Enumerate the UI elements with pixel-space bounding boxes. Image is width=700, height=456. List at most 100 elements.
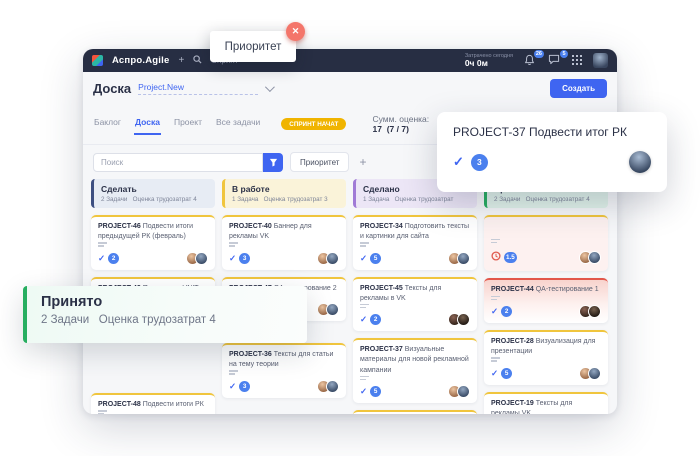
tab-all-tasks[interactable]: Все задачи: [215, 113, 261, 135]
task-card-project-19[interactable]: PROJECT-19 Тексты для рекламы VK✓5: [484, 392, 608, 414]
description-icon: [491, 239, 601, 243]
avatar: [457, 313, 470, 326]
assignee-avatars: [317, 252, 339, 265]
chat-icon: [548, 54, 560, 65]
priority-tooltip-label: Приоритет: [225, 41, 282, 53]
user-avatar[interactable]: [593, 53, 608, 68]
accepted-column-callout: Принято 2 Задачи Оценка трудозатрат 4: [23, 286, 307, 343]
avatar: [588, 251, 601, 264]
avatar: [588, 367, 601, 380]
avatar: [326, 252, 339, 265]
time-tracker-value: 0ч 0м: [465, 59, 513, 68]
task-title: PROJECT-28 Визуализация для презентации: [491, 337, 601, 357]
estimate-badge: 3: [239, 381, 250, 392]
column-title: Сделать: [101, 184, 208, 194]
avatar: [326, 303, 339, 316]
task-card-project-40[interactable]: PROJECT-40 Баннер для рекламы VK✓3: [222, 215, 346, 270]
column-subtitle: 1 Задача Оценка трудозатрат 3: [232, 196, 339, 203]
column-header-todo[interactable]: Сделать2 Задачи Оценка трудозатрат 4: [91, 179, 215, 208]
task-card-project-36[interactable]: PROJECT-36 Тексты для статьи на тему тео…: [222, 343, 346, 398]
task-popup-title: PROJECT-37 Подвести итог РК: [453, 125, 651, 139]
tab-project[interactable]: Проект: [173, 113, 203, 135]
check-icon: ✓: [229, 381, 236, 392]
assignee-avatar: [629, 151, 651, 173]
assignee-avatars: [579, 251, 601, 264]
check-icon: ✓: [360, 253, 367, 264]
avatar: [457, 252, 470, 265]
task-card-project-44[interactable]: PROJECT-44 QA-тестирование 1✓2: [484, 278, 608, 323]
check-icon: ✓: [98, 253, 105, 264]
column-header-in-progress[interactable]: В работе1 Задача Оценка трудозатрат 3: [222, 179, 346, 208]
accepted-callout-subtitle: 2 Задачи Оценка трудозатрат 4: [41, 314, 293, 326]
description-icon: [98, 410, 208, 414]
messages-count: 5: [560, 50, 568, 58]
description-icon: [360, 242, 470, 246]
check-icon: ✓: [491, 368, 498, 379]
assignee-avatars: [186, 252, 208, 265]
assignee-avatars: [317, 303, 339, 316]
check-icon: ✓: [360, 314, 367, 325]
filter-button[interactable]: [263, 153, 283, 172]
messages-button[interactable]: 5: [548, 54, 561, 67]
app-window: Аспро.Agile + Спринт Затрачено сегодня 0…: [83, 49, 617, 414]
score-label: Сумм. оценка:: [373, 114, 430, 124]
estimate-badge: 2: [108, 253, 119, 264]
project-selector[interactable]: Project.New: [138, 82, 258, 95]
funnel-icon: [269, 158, 278, 167]
score-value: 17 (7 / 7): [373, 124, 409, 134]
check-icon: ✓: [229, 253, 236, 264]
check-icon: ✓: [453, 154, 464, 170]
task-card-project-23[interactable]: PROJECT-23 Итоги РК✓5: [353, 410, 477, 414]
task-card-project-46[interactable]: PROJECT-46 Подвести итоги предыдущей РК …: [91, 215, 215, 270]
task-card-project-37[interactable]: PROJECT-37 Визуальные материалы для ново…: [353, 338, 477, 403]
estimate-badge: 3: [471, 154, 488, 171]
board-tabs: Баклог Доска Проект Все задачи: [93, 113, 261, 135]
search-input[interactable]: [93, 153, 263, 172]
task-card-project-34[interactable]: PROJECT-34 Подготовить тексты и картинки…: [353, 215, 477, 270]
notifications-button[interactable]: 26: [524, 54, 537, 67]
tab-backlog[interactable]: Баклог: [93, 113, 122, 135]
task-card-popup[interactable]: PROJECT-37 Подвести итог РК ✓ 3: [437, 112, 667, 192]
deadline-clock-icon: [491, 248, 501, 266]
description-icon: [229, 370, 339, 374]
task-card-project-28[interactable]: PROJECT-28 Визуализация для презентации ✓…: [484, 330, 608, 385]
task-title: PROJECT-34 Подготовить тексты и картинки…: [360, 222, 470, 242]
bell-icon: [524, 54, 535, 66]
description-icon: [98, 242, 208, 246]
assignee-avatars: [448, 385, 470, 398]
description-icon: [360, 376, 470, 380]
add-filter-button[interactable]: +: [356, 155, 369, 169]
task-title: PROJECT-48 Подвести итоги РК: [98, 400, 208, 410]
task-title: PROJECT-44 QA-тестирование 1: [491, 285, 601, 295]
estimate-badge: 1.5: [504, 252, 517, 263]
avatar: [195, 252, 208, 265]
task-card[interactable]: 1.5: [484, 215, 608, 271]
description-icon: [229, 242, 339, 246]
check-icon: ✓: [491, 306, 498, 317]
score-summary: Сумм. оценка: 17 (7 / 7): [358, 104, 429, 144]
task-card-project-48[interactable]: PROJECT-48 Подвести итоги РК✓2: [91, 393, 215, 414]
priority-tooltip: Приоритет ✕: [210, 31, 296, 62]
column-done: Сделано1 Задача Оценка трудозатратPROJEC…: [353, 179, 477, 414]
task-title: PROJECT-36 Тексты для статьи на тему тео…: [229, 350, 339, 370]
search-icon[interactable]: [193, 55, 202, 67]
estimate-badge: 2: [370, 314, 381, 325]
assignee-avatars: [448, 252, 470, 265]
add-icon[interactable]: +: [178, 56, 184, 66]
close-icon[interactable]: ✕: [286, 22, 305, 41]
task-title: PROJECT-46 Подвести итоги предыдущей РК …: [98, 222, 208, 242]
avatar: [588, 305, 601, 318]
task-title: PROJECT-45 Тексты для рекламы в VK: [360, 284, 470, 304]
create-button[interactable]: Создать: [550, 79, 607, 98]
description-icon: [491, 296, 601, 300]
apps-grid-button[interactable]: [572, 52, 582, 70]
time-tracker[interactable]: Затрачено сегодня 0ч 0м: [465, 53, 513, 68]
column-subtitle: 1 Задача Оценка трудозатрат: [363, 196, 470, 203]
notifications-count: 26: [534, 50, 544, 58]
tab-board[interactable]: Доска: [134, 113, 161, 135]
task-card-project-45[interactable]: PROJECT-45 Тексты для рекламы в VK ✓2: [353, 277, 477, 332]
estimate-badge: 5: [370, 253, 381, 264]
task-title: PROJECT-19 Тексты для рекламы VK: [491, 399, 601, 414]
chevron-down-icon[interactable]: [265, 82, 275, 92]
priority-filter-chip[interactable]: Приоритет: [290, 152, 349, 172]
